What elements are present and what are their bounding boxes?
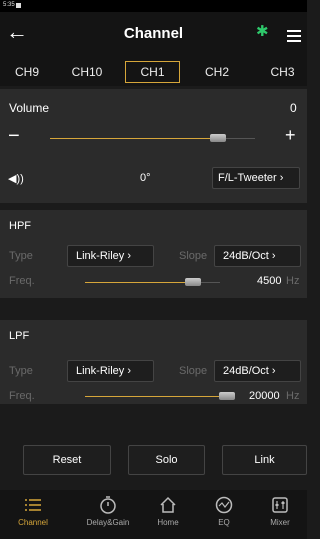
tab-ch3[interactable]: CH3 bbox=[260, 61, 305, 83]
home-icon bbox=[138, 496, 198, 518]
output-select-label: F/L-Tweeter bbox=[218, 172, 277, 184]
volume-slider-fill bbox=[50, 138, 219, 139]
notification-icon bbox=[16, 3, 21, 8]
hpf-slider-fill bbox=[85, 282, 193, 283]
hpf-slope-label: Slope bbox=[179, 250, 208, 262]
nav-home[interactable]: Home bbox=[138, 496, 198, 527]
timer-icon bbox=[78, 496, 138, 518]
hpf-type-value: Link-Riley bbox=[76, 250, 125, 262]
volume-minus-button[interactable]: − bbox=[8, 125, 20, 148]
volume-panel: Volume 0 − + ◀)) 0° F/L-Tweeter › bbox=[0, 89, 307, 203]
hpf-slider-knob[interactable] bbox=[185, 278, 201, 286]
nav-mixer[interactable]: Mixer bbox=[250, 496, 310, 527]
channel-tabs: CH9 CH10 CH1 CH2 CH3 bbox=[0, 56, 307, 86]
speaker-icon: ◀)) bbox=[8, 173, 24, 185]
bottom-navigation: Channel Delay&Gain Home EQ Mixer bbox=[0, 490, 307, 539]
menu-icon[interactable] bbox=[287, 30, 301, 45]
hpf-type-select[interactable]: Link-Riley › bbox=[67, 245, 154, 267]
hpf-slope-value: 24dB/Oct bbox=[223, 250, 269, 262]
tab-ch2[interactable]: CH2 bbox=[192, 61, 242, 83]
hpf-freq-label: Freq. bbox=[9, 275, 35, 287]
volume-slider-knob[interactable] bbox=[210, 134, 227, 142]
lpf-type-value: Link-Riley bbox=[76, 365, 125, 377]
output-select[interactable]: F/L-Tweeter › bbox=[212, 167, 300, 189]
volume-value: 0 bbox=[290, 101, 297, 115]
status-bar: 5:35 bbox=[0, 0, 307, 12]
phase-value[interactable]: 0° bbox=[140, 172, 151, 184]
hpf-freq-unit: Hz bbox=[286, 275, 300, 287]
status-time: 5:35 bbox=[3, 2, 15, 8]
chevron-right-icon: › bbox=[271, 250, 276, 262]
nav-channel[interactable]: Channel bbox=[3, 496, 63, 527]
nav-eq[interactable]: EQ bbox=[194, 496, 254, 527]
lpf-title: LPF bbox=[9, 330, 30, 342]
volume-plus-button[interactable]: + bbox=[285, 125, 296, 146]
tab-ch10[interactable]: CH10 bbox=[60, 61, 114, 83]
bluetooth-icon[interactable]: ✱ bbox=[256, 22, 269, 40]
reset-button[interactable]: Reset bbox=[23, 445, 111, 475]
lpf-slider-fill bbox=[85, 396, 227, 397]
nav-home-label: Home bbox=[157, 518, 179, 527]
chevron-right-icon: › bbox=[127, 250, 132, 262]
chevron-right-icon: › bbox=[279, 172, 284, 184]
hpf-freq-value: 4500 bbox=[257, 275, 282, 287]
mixer-icon bbox=[250, 496, 310, 518]
hpf-freq-slider[interactable] bbox=[85, 278, 220, 286]
lpf-panel: LPF Type Link-Riley › Slope 24dB/Oct › F… bbox=[0, 320, 307, 404]
tab-ch9[interactable]: CH9 bbox=[2, 61, 52, 83]
list-icon bbox=[3, 496, 63, 518]
nav-channel-label: Channel bbox=[18, 518, 48, 527]
nav-mixer-label: Mixer bbox=[270, 518, 290, 527]
nav-delay-gain[interactable]: Delay&Gain bbox=[78, 496, 138, 527]
chevron-right-icon: › bbox=[271, 365, 276, 377]
chevron-right-icon: › bbox=[127, 365, 132, 377]
solo-button[interactable]: Solo bbox=[128, 445, 205, 475]
tab-ch1[interactable]: CH1 bbox=[125, 61, 180, 83]
top-app-bar: ← Channel ✱ bbox=[0, 12, 307, 56]
lpf-freq-label: Freq. bbox=[9, 390, 35, 402]
lpf-type-label: Type bbox=[9, 365, 33, 377]
eq-icon bbox=[194, 496, 254, 518]
lpf-freq-unit: Hz bbox=[286, 390, 300, 402]
lpf-slope-value: 24dB/Oct bbox=[223, 365, 269, 377]
nav-eq-label: EQ bbox=[218, 518, 230, 527]
volume-label: Volume bbox=[9, 101, 50, 115]
nav-delay-gain-label: Delay&Gain bbox=[86, 518, 130, 527]
lpf-slope-label: Slope bbox=[179, 365, 208, 377]
lpf-type-select[interactable]: Link-Riley › bbox=[67, 360, 154, 382]
hpf-slope-select[interactable]: 24dB/Oct › bbox=[214, 245, 301, 267]
lpf-slider-knob[interactable] bbox=[219, 392, 235, 400]
lpf-freq-value: 20000 bbox=[249, 390, 280, 402]
volume-slider[interactable] bbox=[50, 134, 255, 142]
hpf-panel: HPF Type Link-Riley › Slope 24dB/Oct › F… bbox=[0, 210, 307, 298]
hpf-type-label: Type bbox=[9, 250, 33, 262]
hpf-title: HPF bbox=[9, 220, 31, 232]
lpf-freq-slider[interactable] bbox=[85, 392, 235, 400]
lpf-slope-select[interactable]: 24dB/Oct › bbox=[214, 360, 301, 382]
link-button[interactable]: Link bbox=[222, 445, 307, 475]
